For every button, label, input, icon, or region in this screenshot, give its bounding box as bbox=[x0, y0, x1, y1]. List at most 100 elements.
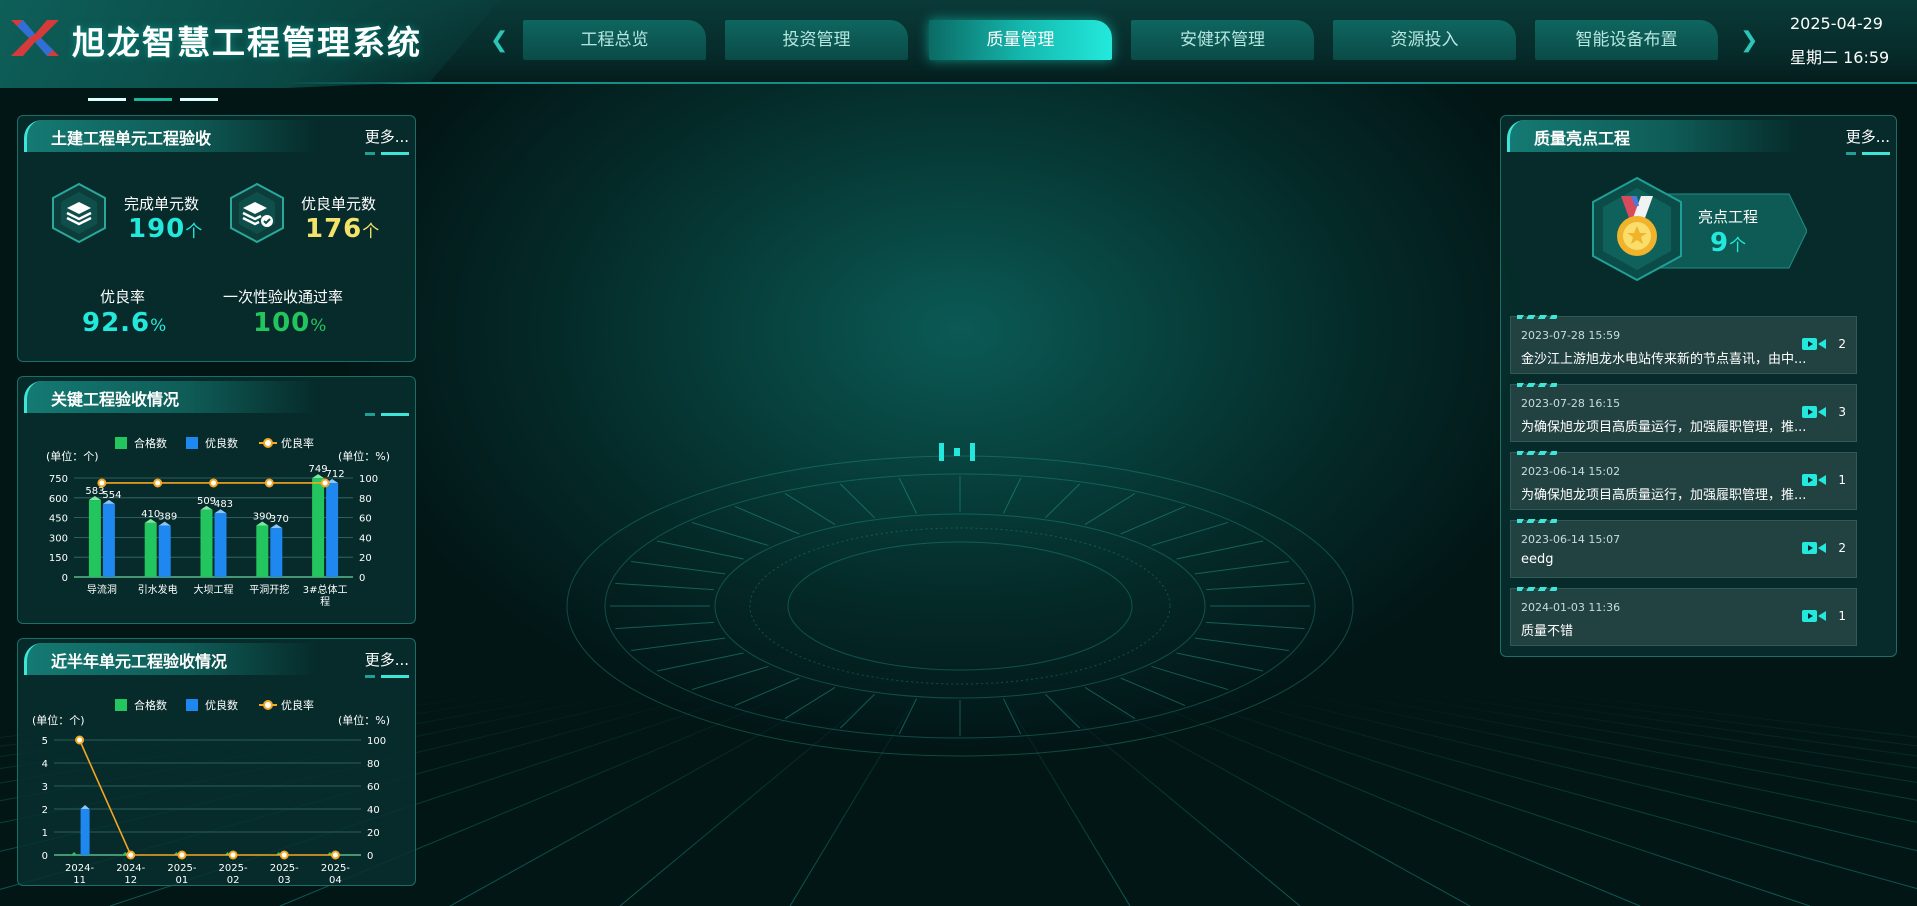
item-date: 2023-07-28 16:15 bbox=[1521, 397, 1621, 410]
video-count: 1 bbox=[1838, 609, 1846, 623]
item-title: 质量不错 bbox=[1521, 624, 1574, 639]
bar-excellent bbox=[158, 525, 171, 577]
x-tick-label: 02 bbox=[227, 875, 240, 885]
list-item[interactable]: 2023-07-28 15:59 金沙江上游旭龙水电站传来新的节点喜讯，由中..… bbox=[1510, 315, 1857, 374]
bar-qualified bbox=[71, 852, 78, 855]
panel-header: 土建工程单元工程验收 更多... bbox=[18, 116, 415, 158]
y-right-tick: 20 bbox=[367, 828, 380, 839]
item-date: 2023-06-14 15:02 bbox=[1521, 465, 1621, 478]
video-icon[interactable] bbox=[1802, 540, 1826, 556]
list-item[interactable]: 2024-01-03 11:36 质量不错 1 bbox=[1510, 587, 1857, 646]
highlight-badge-value: 9个 bbox=[1710, 228, 1748, 258]
video-icon[interactable] bbox=[1802, 336, 1826, 352]
tab-resources[interactable]: 资源投入 bbox=[1333, 20, 1516, 60]
panel-title: 质量亮点工程 bbox=[1534, 129, 1631, 148]
bar-qualified bbox=[88, 500, 101, 577]
video-count: 1 bbox=[1838, 473, 1846, 487]
key-acceptance-chart: 合格数 优良数 优良率 (单位：个) (单位：%) 0 150 300 450 600 750 0 20… bbox=[46, 436, 390, 608]
first-pass-rate-value: 100% bbox=[253, 308, 328, 338]
quality-highlights-panel: 质量亮点工程 更多... 亮点工程 9个 2023-07-28 15:59 金沙… bbox=[1500, 115, 1897, 657]
y-left-tick: 750 bbox=[49, 474, 68, 485]
nav-prev-icon[interactable]: ❮ bbox=[490, 28, 508, 53]
rate-line bbox=[78, 739, 336, 856]
legend-swatch-qualified bbox=[115, 437, 127, 449]
nav-next-icon[interactable]: ❯ bbox=[1740, 28, 1758, 53]
recent-acceptance-chart: 合格数 优良数 优良率(单位：个) (单位：%)0123450204060801002… bbox=[32, 698, 390, 885]
layers-check-icon bbox=[230, 182, 284, 244]
y-left-tick: 0 bbox=[62, 573, 68, 584]
y-right-tick: 80 bbox=[359, 494, 372, 505]
tab-overview[interactable]: 工程总览 bbox=[523, 20, 706, 60]
y-right-tick: 80 bbox=[367, 759, 380, 770]
excellent-label: 优良单元数 bbox=[301, 195, 377, 213]
tab-hse[interactable]: 安健环管理 bbox=[1131, 20, 1314, 60]
rate-point bbox=[177, 850, 187, 860]
list-item[interactable]: 2023-06-14 15:07 eedg 2 bbox=[1510, 519, 1857, 578]
video-icon[interactable] bbox=[1802, 404, 1826, 420]
video-count: 2 bbox=[1838, 337, 1846, 351]
excellent-value: 176个 bbox=[305, 214, 381, 244]
center-marker bbox=[939, 443, 975, 461]
data-label-excellent: 712 bbox=[326, 469, 345, 480]
y-left-tick: 150 bbox=[49, 553, 68, 564]
x-tick-label: 2024- bbox=[65, 863, 94, 874]
y-right-tick: 40 bbox=[367, 805, 380, 816]
tab-quality[interactable]: 质量管理 bbox=[929, 20, 1112, 60]
legend-swatch-excellent bbox=[186, 699, 198, 711]
y-left-tick: 4 bbox=[42, 759, 48, 770]
completed-value: 190个 bbox=[128, 214, 204, 244]
y-right-unit: (单位：%) bbox=[338, 449, 390, 463]
y-right-tick: 40 bbox=[359, 533, 372, 544]
more-link[interactable]: 更多... bbox=[1846, 126, 1890, 147]
x-tick-label: 程 bbox=[320, 596, 330, 608]
x-tick-label: 3#总体工 bbox=[303, 583, 348, 596]
y-left-unit: (单位：个) bbox=[46, 449, 99, 463]
x-tick-label: 2025- bbox=[167, 863, 196, 874]
app-title: 旭龙智慧工程管理系统 bbox=[72, 23, 422, 62]
item-date: 2023-06-14 15:07 bbox=[1521, 533, 1621, 546]
tab-smart-devices[interactable]: 智能设备布置 bbox=[1535, 20, 1718, 60]
x-tick-label: 2025- bbox=[270, 863, 299, 874]
video-icon[interactable] bbox=[1802, 608, 1826, 624]
rate-point bbox=[97, 478, 107, 488]
legend-label-qualified: 合格数 bbox=[134, 698, 167, 712]
more-link[interactable]: 更多... bbox=[365, 126, 409, 147]
video-icon[interactable] bbox=[1802, 472, 1826, 488]
layers-icon bbox=[52, 182, 106, 244]
excellent-rate-label: 优良率 bbox=[100, 288, 146, 306]
legend-label-excellent: 优良数 bbox=[205, 698, 238, 712]
bar-excellent bbox=[80, 809, 90, 855]
tab-investment[interactable]: 投资管理 bbox=[725, 20, 908, 60]
item-title: 为确保旭龙项目高质量运行，加强履职管理，推... bbox=[1521, 488, 1807, 503]
logo-icon bbox=[11, 20, 59, 56]
bar-excellent-top bbox=[80, 805, 90, 809]
y-right-tick: 60 bbox=[359, 514, 372, 525]
x-tick-label: 12 bbox=[124, 875, 137, 885]
legend-swatch-excellent bbox=[186, 437, 198, 449]
x-tick-label: 2025- bbox=[219, 863, 248, 874]
legend-label-excellent: 优良数 bbox=[205, 436, 238, 450]
list-item[interactable]: 2023-07-28 16:15 为确保旭龙项目高质量运行，加强履职管理，推..… bbox=[1510, 383, 1857, 442]
current-date: 2025-04-29 bbox=[1790, 14, 1883, 33]
item-title: 为确保旭龙项目高质量运行，加强履职管理，推... bbox=[1521, 420, 1807, 435]
list-item[interactable]: 2023-06-14 15:02 为确保旭龙项目高质量运行，加强履职管理，推..… bbox=[1510, 451, 1857, 510]
y-left-tick: 3 bbox=[42, 782, 48, 793]
video-count: 2 bbox=[1838, 541, 1846, 555]
video-count: 3 bbox=[1838, 405, 1846, 419]
x-tick-label: 导流洞 bbox=[87, 583, 117, 596]
medal-icon bbox=[1592, 176, 1682, 282]
item-title: eedg bbox=[1521, 552, 1554, 567]
bar-qualified bbox=[200, 509, 213, 577]
item-date: 2023-07-28 15:59 bbox=[1521, 329, 1621, 342]
rate-point bbox=[320, 478, 330, 488]
bar-qualified bbox=[144, 522, 157, 577]
y-right-tick: 100 bbox=[367, 736, 386, 747]
x-tick-label: 11 bbox=[73, 875, 86, 885]
recent-acceptance-panel: 近半年单元工程验收情况 更多... 合格数 优良数 优良率 (单位：个) (单位：%) 0… bbox=[17, 638, 416, 886]
y-left-unit: (单位：个) bbox=[32, 713, 85, 727]
panel-title: 土建工程单元工程验收 bbox=[51, 129, 212, 148]
y-right-tick: 0 bbox=[367, 851, 373, 862]
rate-point bbox=[75, 735, 85, 745]
rate-point bbox=[264, 478, 274, 488]
bar-excellent bbox=[270, 528, 283, 577]
